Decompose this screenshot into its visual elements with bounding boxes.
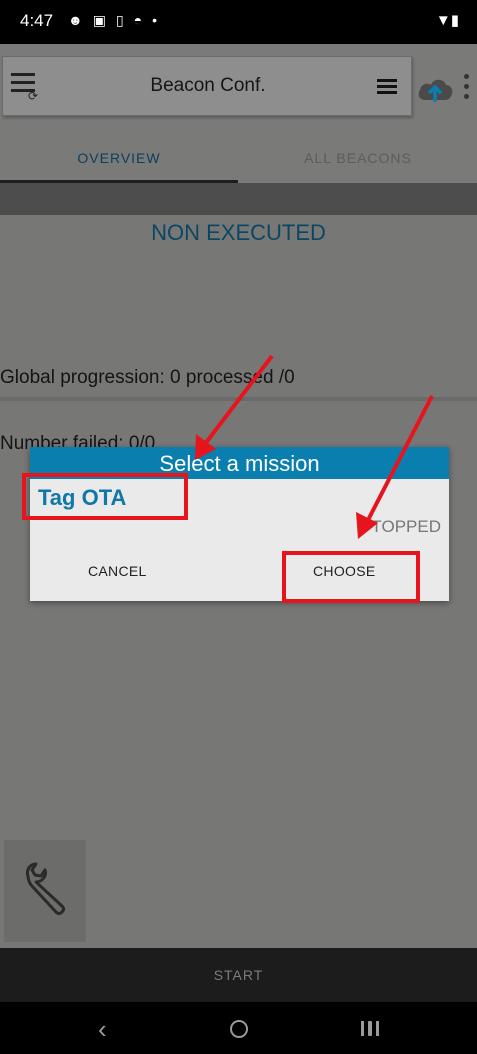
header-band: [0, 183, 477, 215]
list-icon[interactable]: [377, 79, 397, 97]
cancel-button[interactable]: CANCEL: [88, 563, 147, 579]
home-icon[interactable]: [230, 1020, 248, 1038]
app-title: Beacon Conf.: [150, 75, 266, 96]
start-button[interactable]: START: [0, 948, 477, 1002]
back-icon[interactable]: ‹: [98, 1014, 107, 1045]
toolbar: ⟳ Beacon Conf.: [0, 44, 477, 130]
clock: 4:47: [20, 11, 54, 30]
overflow-menu-icon[interactable]: [464, 74, 470, 104]
status-text-behind: TOPPED: [371, 517, 441, 536]
notification-icons: ☻▣▯◓•: [68, 12, 168, 28]
execution-status: NON EXECUTED: [151, 220, 326, 245]
status-bar: 4:47 ☻▣▯◓• ▼▮: [0, 0, 477, 44]
tab-bar: OVERVIEW ALL BEACONS: [0, 130, 477, 183]
title-box: ⟳ Beacon Conf.: [2, 56, 412, 116]
cloud-upload-icon[interactable]: [416, 72, 454, 104]
global-progression: Global progression: 0 processed /0: [0, 367, 295, 388]
tools-button[interactable]: [4, 840, 86, 942]
highlight-box-choose: [282, 551, 420, 603]
recents-icon[interactable]: [361, 1021, 379, 1036]
highlight-box-mission: [22, 473, 188, 520]
navigation-bar: ‹: [0, 1002, 477, 1054]
tab-overview[interactable]: OVERVIEW: [0, 130, 238, 183]
tab-all-beacons[interactable]: ALL BEACONS: [239, 130, 477, 183]
wrench-icon: [26, 862, 65, 915]
divider: [0, 397, 477, 401]
wifi-battery-icons: ▼▮: [435, 12, 459, 29]
